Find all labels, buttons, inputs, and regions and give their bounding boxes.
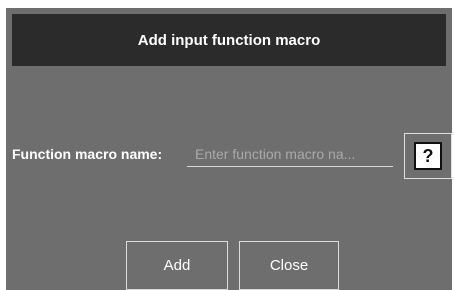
close-button[interactable]: Close xyxy=(239,241,339,290)
question-mark-icon: ? xyxy=(414,142,442,170)
function-macro-name-label: Function macro name: xyxy=(12,146,163,162)
dialog-title: Add input function macro xyxy=(137,31,321,49)
function-macro-name-input[interactable] xyxy=(187,141,393,167)
dialog-title-bar: Add input function macro xyxy=(12,14,446,66)
add-button[interactable]: Add xyxy=(126,241,228,290)
add-function-macro-dialog: Add input function macro Function macro … xyxy=(6,8,452,290)
help-button[interactable]: ? xyxy=(404,133,452,179)
